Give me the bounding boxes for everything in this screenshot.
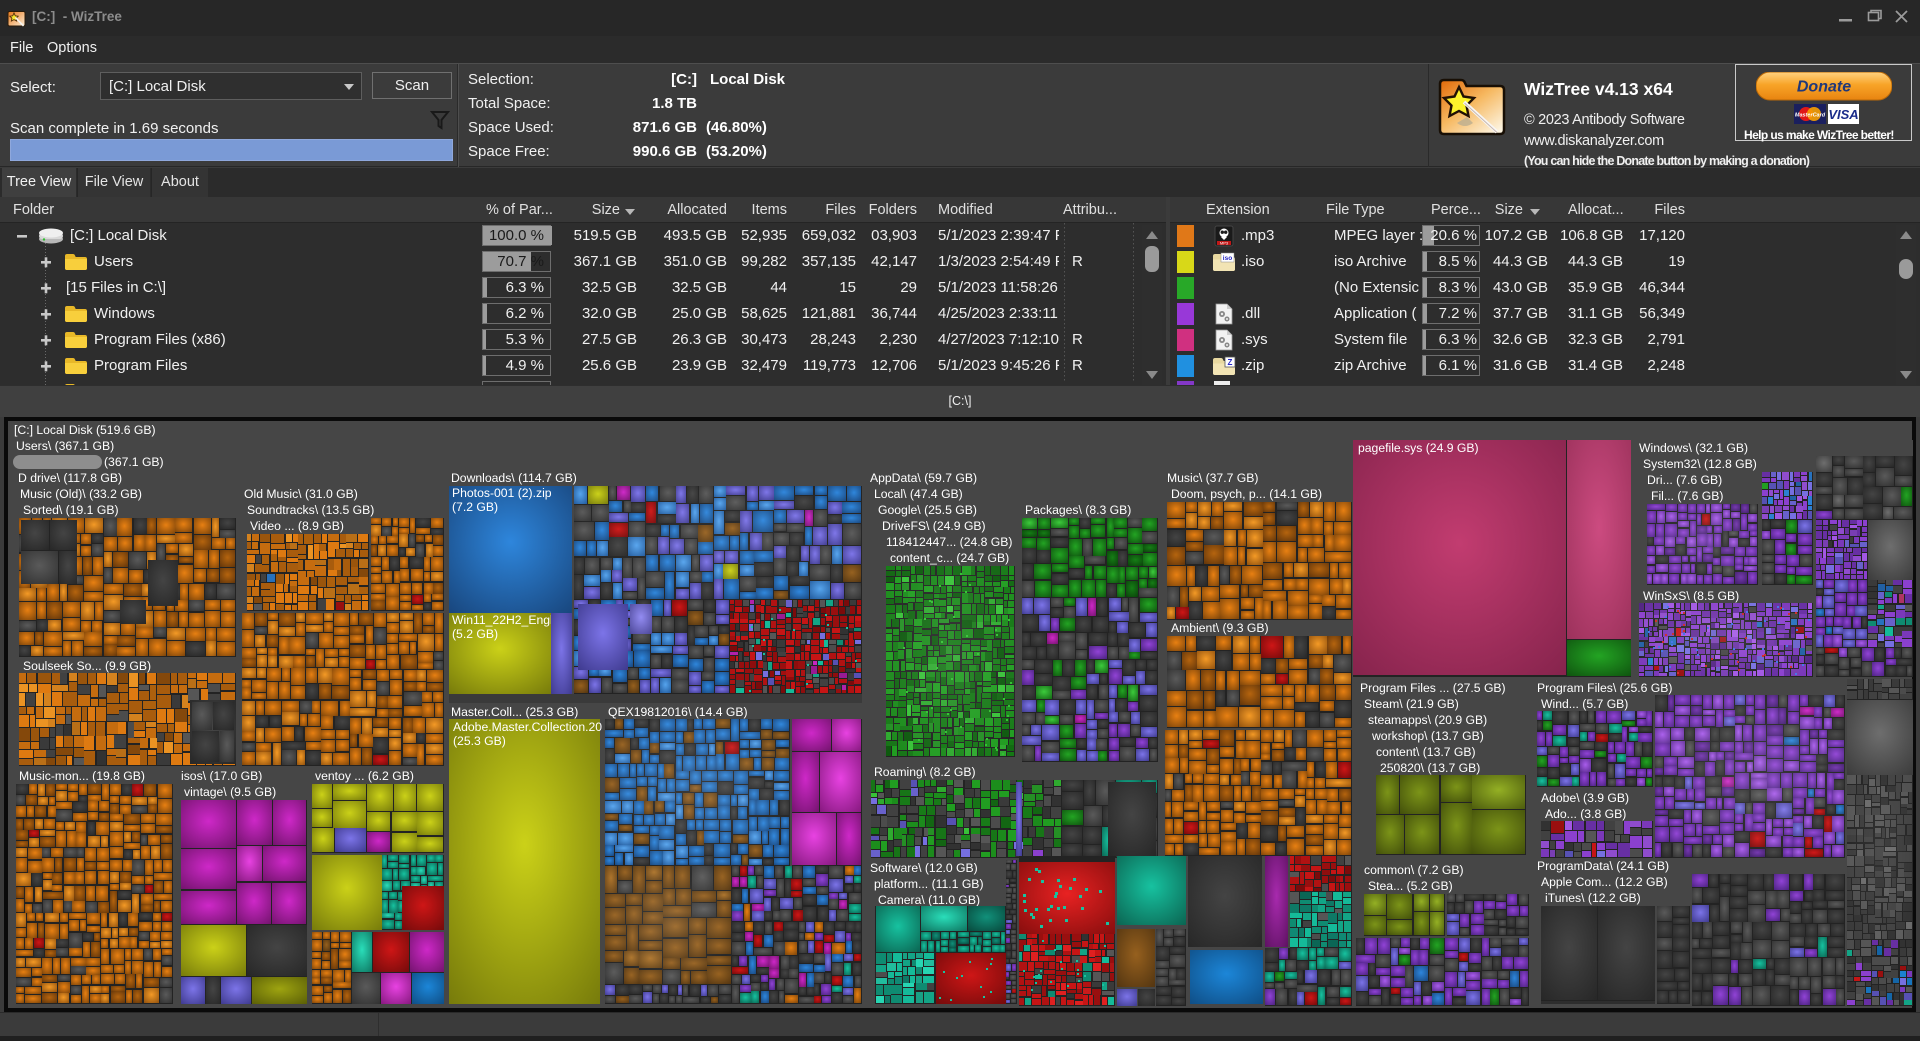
svg-text:Soulseek So... (9.9 GB): Soulseek So... (9.9 GB) <box>23 659 151 673</box>
svg-text:vintage\ (9.5 GB): vintage\ (9.5 GB) <box>184 785 276 799</box>
svg-text:(7.2 GB): (7.2 GB) <box>452 500 498 514</box>
svg-text:Sorted\ (19.1 GB): Sorted\ (19.1 GB) <box>23 503 119 517</box>
svg-text:Music-mon... (19.8 GB): Music-mon... (19.8 GB) <box>19 769 145 783</box>
svg-text:ventoy ... (6.2 GB): ventoy ... (6.2 GB) <box>315 769 414 783</box>
svg-text:Fil... (7.6 GB): Fil... (7.6 GB) <box>1651 489 1723 503</box>
svg-text:Camera\ (11.0 GB): Camera\ (11.0 GB) <box>878 893 980 907</box>
svg-text:250820\ (13.7 GB): 250820\ (13.7 GB) <box>1380 761 1480 775</box>
svg-text:MP3: MP3 <box>1220 241 1229 246</box>
svg-text:Local\ (47.4 GB): Local\ (47.4 GB) <box>874 487 963 501</box>
svg-text:content_c... (24.7 GB): content_c... (24.7 GB) <box>890 551 1009 565</box>
svg-text:Roaming\ (8.2 GB): Roaming\ (8.2 GB) <box>874 765 976 779</box>
svg-text:platform... (11.1 GB): platform... (11.1 GB) <box>874 877 984 891</box>
svg-text:Music\ (37.7 GB): Music\ (37.7 GB) <box>1167 471 1258 485</box>
svg-text:Adobe.Master.Collection.20: Adobe.Master.Collection.20 <box>453 720 602 734</box>
svg-text:[C:] Local Disk (519.6 GB): [C:] Local Disk (519.6 GB) <box>14 423 156 437</box>
svg-text:Doom, psych, p... (14.1 GB): Doom, psych, p... (14.1 GB) <box>1171 487 1322 501</box>
svg-text:QEX19812016\ (14.4 GB): QEX19812016\ (14.4 GB) <box>608 705 748 719</box>
svg-text:isos\ (17.0 GB): isos\ (17.0 GB) <box>181 769 262 783</box>
svg-text:Dri... (7.6 GB): Dri... (7.6 GB) <box>1647 473 1722 487</box>
svg-text:Music (Old)\ (33.2 GB): Music (Old)\ (33.2 GB) <box>20 487 142 501</box>
svg-text:ProgramData\ (24.1 GB): ProgramData\ (24.1 GB) <box>1537 859 1669 873</box>
svg-text:Video ... (8.9 GB): Video ... (8.9 GB) <box>250 519 344 533</box>
svg-text:Downloads\ (114.7 GB): Downloads\ (114.7 GB) <box>451 471 577 485</box>
svg-text:workshop\ (13.7 GB): workshop\ (13.7 GB) <box>1371 729 1484 743</box>
svg-text:AppData\ (59.7 GB): AppData\ (59.7 GB) <box>870 471 977 485</box>
svg-text:Software\ (12.0 GB): Software\ (12.0 GB) <box>870 861 978 875</box>
svg-text:118412447... (24.8 GB): 118412447... (24.8 GB) <box>886 535 1012 549</box>
svg-text:Soundtracks\ (13.5 GB): Soundtracks\ (13.5 GB) <box>247 503 374 517</box>
svg-text:Master.Coll... (25.3 GB): Master.Coll... (25.3 GB) <box>451 705 578 719</box>
svg-text:(25.3 GB): (25.3 GB) <box>453 734 506 748</box>
svg-text:MasterCard: MasterCard <box>1795 113 1826 119</box>
svg-text:Ambient\ (9.3 GB): Ambient\ (9.3 GB) <box>1171 621 1269 635</box>
svg-text:Ado... (3.8 GB): Ado... (3.8 GB) <box>1545 807 1626 821</box>
svg-text:(5.2 GB): (5.2 GB) <box>452 627 498 641</box>
svg-text:Users\ (367.1 GB): Users\ (367.1 GB) <box>16 439 114 453</box>
svg-text:Win11_22H2_Englis: Win11_22H2_Englis <box>452 613 562 627</box>
svg-text:Photos-001 (2).zip: Photos-001 (2).zip <box>452 486 552 500</box>
svg-text:DriveFS\ (24.9 GB): DriveFS\ (24.9 GB) <box>882 519 986 533</box>
svg-text:Packages\ (8.3 GB): Packages\ (8.3 GB) <box>1025 503 1131 517</box>
svg-text:WinSxS\ (8.5 GB): WinSxS\ (8.5 GB) <box>1643 589 1739 603</box>
svg-text:Program Files\ (25.6 GB): Program Files\ (25.6 GB) <box>1537 681 1672 695</box>
svg-text:Stea... (5.2 GB): Stea... (5.2 GB) <box>1368 879 1453 893</box>
svg-text:Apple Com... (12.2 GB): Apple Com... (12.2 GB) <box>1541 875 1668 889</box>
svg-text:Google\ (25.5 GB): Google\ (25.5 GB) <box>878 503 977 517</box>
svg-text:(367.1 GB): (367.1 GB) <box>104 455 164 469</box>
svg-text:Steam\ (21.9 GB): Steam\ (21.9 GB) <box>1364 697 1459 711</box>
svg-text:Adobe\ (3.9 GB): Adobe\ (3.9 GB) <box>1541 791 1629 805</box>
svg-text:Z: Z <box>1228 358 1233 367</box>
svg-text:System32\ (12.8 GB): System32\ (12.8 GB) <box>1643 457 1757 471</box>
svg-text:Windows\ (32.1 GB): Windows\ (32.1 GB) <box>1639 441 1748 455</box>
svg-text:common\ (7.2 GB): common\ (7.2 GB) <box>1364 863 1464 877</box>
svg-text:Old Music\ (31.0 GB): Old Music\ (31.0 GB) <box>244 487 358 501</box>
svg-text:iTunes\ (12.2 GB): iTunes\ (12.2 GB) <box>1545 891 1641 905</box>
svg-text:D drive\ (117.8 GB): D drive\ (117.8 GB) <box>18 471 122 485</box>
svg-text:Donate: Donate <box>1797 79 1851 96</box>
svg-text:Program Files ... (27.5 GB): Program Files ... (27.5 GB) <box>1360 681 1506 695</box>
svg-text:Wind... (5.7 GB): Wind... (5.7 GB) <box>1541 697 1628 711</box>
svg-text:pagefile.sys (24.9 GB): pagefile.sys (24.9 GB) <box>1358 441 1479 455</box>
svg-text:VISA: VISA <box>1828 107 1858 122</box>
svg-text:content\ (13.7 GB): content\ (13.7 GB) <box>1376 745 1476 759</box>
svg-text:iso: iso <box>1223 255 1232 262</box>
svg-text:steamapps\ (20.9 GB): steamapps\ (20.9 GB) <box>1368 713 1487 727</box>
